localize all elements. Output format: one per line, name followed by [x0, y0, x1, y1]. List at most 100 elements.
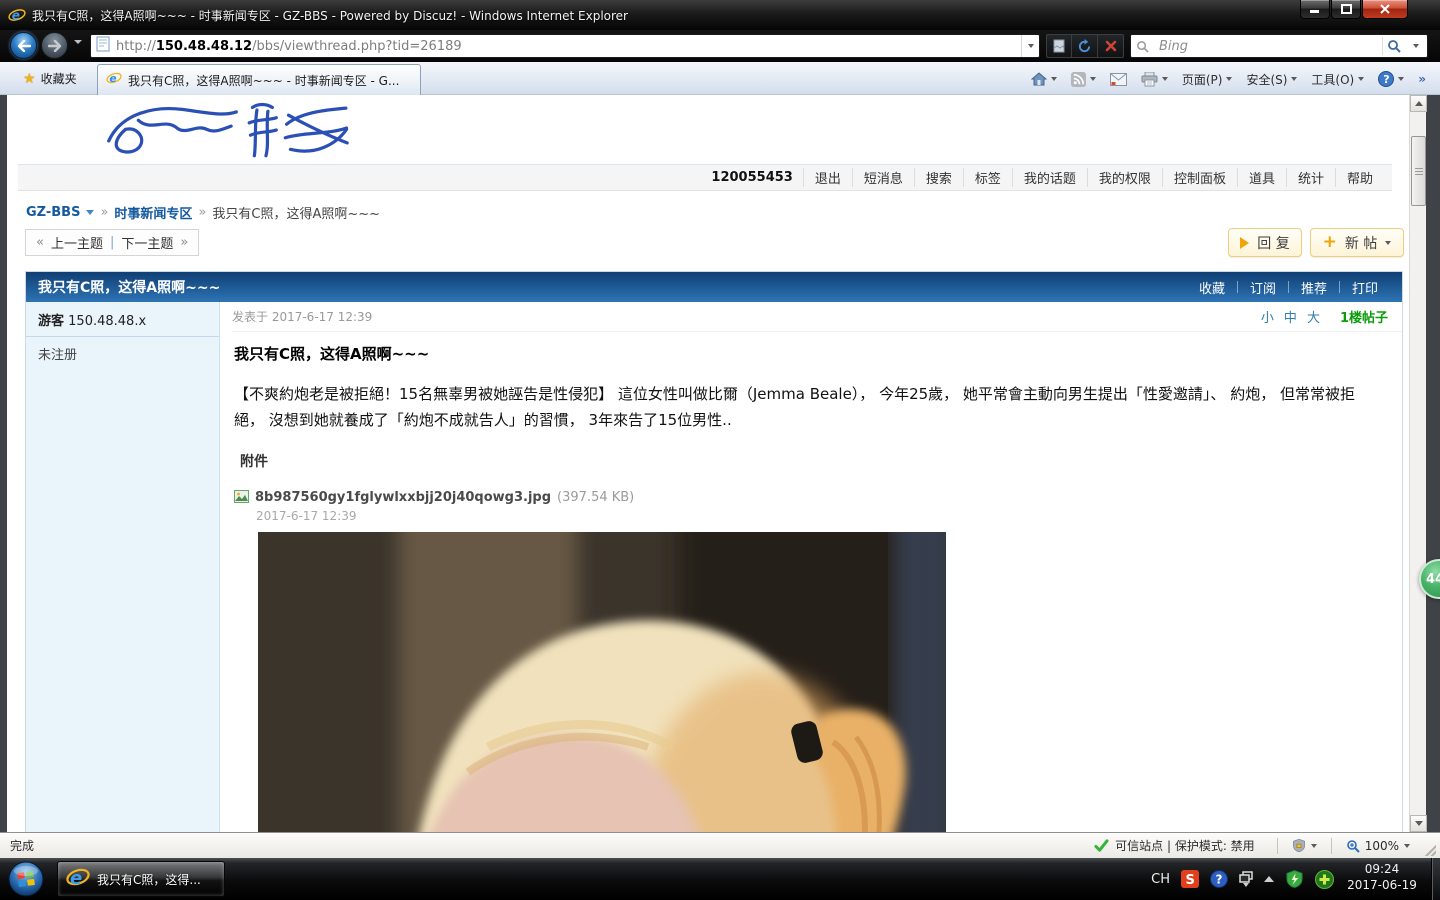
- overflow-chevron-icon[interactable]: »: [1413, 69, 1430, 89]
- topic-nav-divider: |: [110, 235, 114, 250]
- tab-title: 我只有C照，这得A照啊~~~ - 时事新闻专区 - G...: [128, 72, 399, 89]
- print-thread-link[interactable]: 打印: [1340, 278, 1390, 297]
- print-dropdown-icon[interactable]: [1162, 77, 1168, 81]
- attachment-filename-link[interactable]: 8b987560gy1fglywlxxbjj20j40qowg3.jpg: [255, 490, 551, 505]
- home-dropdown-icon[interactable]: [1051, 77, 1057, 81]
- taskbar-clock[interactable]: 09:24 2017-06-19: [1338, 862, 1426, 892]
- help-button[interactable]: ?: [1373, 68, 1409, 90]
- nav-items[interactable]: 道具: [1237, 168, 1286, 187]
- search-input[interactable]: Bing: [1159, 39, 1382, 54]
- font-size-small[interactable]: 小: [1261, 307, 1274, 326]
- author-ip: 150.48.48.x: [68, 314, 146, 329]
- search-dropdown-icon[interactable]: [1405, 44, 1427, 48]
- start-button[interactable]: [8, 861, 44, 897]
- address-dropdown-icon[interactable]: [1021, 35, 1039, 57]
- forward-button[interactable]: [41, 32, 68, 59]
- url-scheme: http://: [116, 39, 156, 54]
- sogou-icon[interactable]: S: [1181, 870, 1199, 888]
- topic-nav: « 上一主题 | 下一主题 »: [25, 229, 199, 256]
- protection-control[interactable]: [1286, 838, 1323, 853]
- search-go-icon[interactable]: [1383, 39, 1405, 53]
- compatibility-view-icon[interactable]: [1046, 34, 1072, 58]
- security-zone: 可信站点 | 保护模式: 禁用: [1094, 837, 1255, 854]
- attachment-image-icon: [234, 488, 249, 507]
- history-dropdown-icon[interactable]: [74, 44, 82, 63]
- tools-menu-label: 工具(O): [1311, 71, 1354, 88]
- show-desktop-button[interactable]: [1431, 858, 1440, 900]
- scroll-up-button[interactable]: [1410, 95, 1427, 112]
- font-size-large[interactable]: 大: [1307, 307, 1320, 326]
- taskbar-ie-button[interactable]: e 我只有C照，这得...: [57, 861, 225, 897]
- print-button[interactable]: [1136, 69, 1173, 90]
- prev-arrows: «: [36, 235, 44, 250]
- zoom-icon: [1346, 839, 1360, 853]
- safety-menu-button[interactable]: 安全(S): [1241, 68, 1302, 91]
- navigation-bar: http://150.48.48.12/bbs/viewthread.php?t…: [0, 30, 1440, 62]
- back-button[interactable]: [10, 32, 37, 59]
- recommend-link[interactable]: 推荐: [1289, 278, 1339, 297]
- next-topic-link[interactable]: 下一主题: [121, 233, 173, 252]
- thread-title: 我只有C照，这得A照啊~~~: [38, 277, 220, 297]
- home-button[interactable]: [1026, 69, 1062, 89]
- stop-icon[interactable]: [1098, 34, 1124, 58]
- favorite-thread-link[interactable]: 收藏: [1187, 278, 1237, 297]
- window-restore-tray-icon[interactable]: [1239, 871, 1253, 887]
- tools-menu-button[interactable]: 工具(O): [1306, 68, 1369, 91]
- search-box[interactable]: Bing: [1130, 34, 1428, 58]
- close-button[interactable]: [1362, 0, 1408, 19]
- language-indicator[interactable]: CH: [1151, 872, 1170, 887]
- maximize-button[interactable]: [1331, 0, 1361, 19]
- new-post-label: 新 帖: [1345, 233, 1377, 253]
- nav-search[interactable]: 搜索: [914, 168, 963, 187]
- nav-my-permissions[interactable]: 我的权限: [1087, 168, 1162, 187]
- nav-help[interactable]: 帮助: [1335, 168, 1384, 187]
- new-post-button[interactable]: + 新 帖: [1310, 228, 1404, 257]
- favorites-button[interactable]: ★ 收藏夹: [12, 66, 88, 91]
- breadcrumb-forum-link[interactable]: 时事新闻专区: [114, 203, 192, 222]
- nav-tags[interactable]: 标签: [963, 168, 1012, 187]
- plus-tray-icon[interactable]: [1315, 870, 1334, 889]
- zoom-control[interactable]: 100%: [1340, 839, 1416, 853]
- subscribe-link[interactable]: 订阅: [1238, 278, 1288, 297]
- breadcrumb-dropdown-icon[interactable]: [86, 210, 94, 215]
- scrollbar-thumb[interactable]: [1411, 136, 1426, 206]
- tab-active[interactable]: e 我只有C照，这得A照啊~~~ - 时事新闻专区 - G...: [97, 64, 421, 95]
- url-text[interactable]: http://150.48.48.12/bbs/viewthread.php?t…: [116, 39, 1021, 54]
- breadcrumb-separator: »: [198, 205, 206, 220]
- floor-link[interactable]: 1楼帖子: [1340, 307, 1388, 326]
- nav-my-topics[interactable]: 我的话题: [1012, 168, 1087, 187]
- feeds-dropdown-icon[interactable]: [1090, 77, 1096, 81]
- font-size-medium[interactable]: 中: [1284, 307, 1297, 326]
- svg-text:S: S: [1186, 873, 1195, 888]
- page-menu-button[interactable]: 页面(P): [1177, 68, 1238, 91]
- nav-messages[interactable]: 短消息: [852, 168, 914, 187]
- nav-logout[interactable]: 退出: [803, 168, 852, 187]
- nav-control-panel[interactable]: 控制面板: [1162, 168, 1237, 187]
- vertical-scrollbar[interactable]: [1409, 95, 1426, 832]
- breadcrumb-root-link[interactable]: GZ-BBS: [26, 205, 80, 220]
- minimize-button[interactable]: [1300, 0, 1330, 19]
- scroll-down-button[interactable]: [1410, 815, 1427, 832]
- reply-button[interactable]: 回 复: [1228, 228, 1302, 257]
- user-id-link[interactable]: 120055453: [701, 170, 802, 185]
- address-bar[interactable]: http://150.48.48.12/bbs/viewthread.php?t…: [90, 34, 1040, 58]
- page-viewport: 120055453 退出 短消息 搜索 标签 我的话题 我的权限 控制面板 道具…: [7, 95, 1409, 832]
- breadcrumb: GZ-BBS » 时事新闻专区 » 我只有C照，这得A照啊~~~: [26, 203, 380, 222]
- feeds-button[interactable]: [1066, 69, 1101, 90]
- protection-shield-icon: [1292, 838, 1306, 853]
- nav-stats[interactable]: 统计: [1286, 168, 1335, 187]
- address-tools: [1046, 34, 1124, 58]
- refresh-icon[interactable]: [1072, 34, 1098, 58]
- attachment-photo: [258, 532, 946, 832]
- prev-topic-link[interactable]: 上一主题: [51, 233, 103, 252]
- tray-up-arrow-icon[interactable]: [1264, 876, 1274, 882]
- shield-tray-icon[interactable]: [1285, 869, 1304, 889]
- help-tray-icon[interactable]: ?: [1210, 870, 1228, 888]
- page-document-icon: [96, 36, 110, 56]
- forum-logo[interactable]: [40, 101, 412, 163]
- scroll-down-icon: [1415, 821, 1423, 826]
- author-status: 未注册: [26, 337, 219, 370]
- window-title: 我只有C照，这得A照啊~~~ - 时事新闻专区 - GZ-BBS - Power…: [32, 7, 628, 24]
- mail-button[interactable]: [1105, 70, 1132, 89]
- help-dropdown-icon[interactable]: [1398, 77, 1404, 81]
